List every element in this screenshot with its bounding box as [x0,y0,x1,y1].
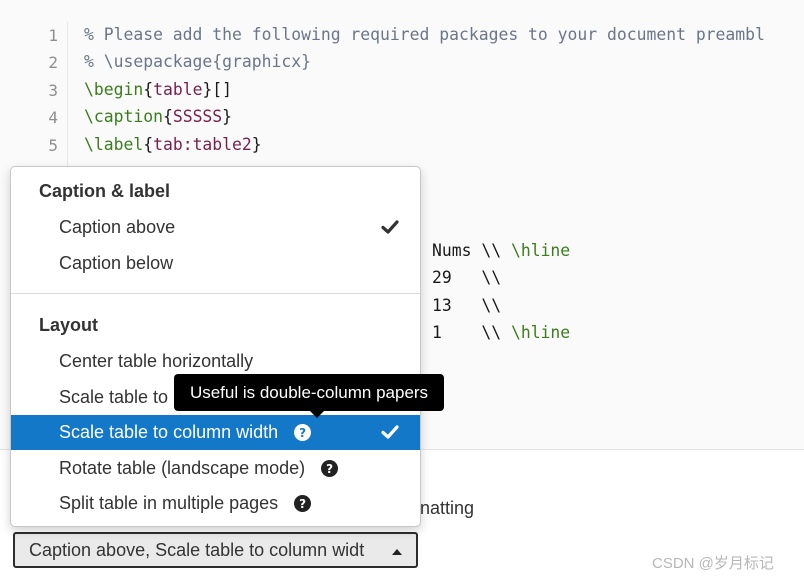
code-fragment: Nums \\ \hline [432,241,570,260]
help-circle-icon[interactable]: ? [321,460,339,477]
help-circle-icon[interactable]: ? [294,424,312,441]
tooltip-arrow [310,411,324,418]
code-token: } [222,107,233,127]
code-token: { [162,107,173,127]
caret-up-icon [392,549,402,555]
code-token: 29 \\ [432,268,502,288]
menu-section-caption-label: Caption & label [39,181,171,201]
menu-item-label: Split table in multiple pages [59,493,279,513]
code-token: table [153,79,203,99]
line-number: 4 [48,108,58,128]
line-number: 1 [48,26,58,45]
code-token: 1 \\ [432,323,511,343]
code-line[interactable]: \caption{SSSSS} [84,103,765,130]
menu-item-label: Caption above [59,217,176,237]
code-line[interactable]: % Please add the following required pack… [84,21,765,48]
menu-item-split-table[interactable]: Split table in multiple pages ? [11,486,420,521]
table-options-dropdown[interactable]: Caption above, Scale table to column wid… [13,532,418,568]
code-fragment: 1 \\ \hline [432,323,570,342]
menu-item-caption-above[interactable]: Caption above [11,210,420,245]
menu-item-label: Caption below [59,253,174,273]
formatting-label: natting [420,498,475,518]
code-token: SSSSS [172,107,223,127]
code-token: { [143,79,154,99]
code-token: Nums \\ [432,241,511,260]
code-line[interactable]: % \usepackage{graphicx} [84,48,765,75]
code-token: }[] [202,79,233,99]
menu-divider [11,293,420,294]
code-line[interactable]: \label{tab:table2} [84,131,765,158]
menu-item-rotate-table[interactable]: Rotate table (landscape mode) ? [11,451,420,486]
code-fragment: 29 \\ [432,268,501,287]
code-token: tab:table2 [153,134,252,154]
menu-item-caption-below[interactable]: Caption below [11,246,420,281]
checkmark-icon [381,220,399,234]
code-token: % Please add the following required pack… [84,25,765,44]
help-tooltip: Useful is double-column papers [174,374,444,411]
code-lines[interactable]: % Please add the following required pack… [84,21,765,158]
tooltip-text: Useful is double-column papers [189,382,429,402]
line-number: 5 [48,135,58,155]
help-circle-icon[interactable]: ? [294,495,312,512]
menu-item-label: Scale table to column width [59,422,279,442]
line-number: 2 [48,53,58,73]
line-number: 3 [48,80,58,100]
code-token: \hline [510,323,571,343]
code-token: { [143,134,154,154]
menu-item-label: Scale table to [59,387,169,407]
table-options-menu: Caption & label Caption above Caption be… [10,166,421,527]
code-line[interactable]: \begin{table}[] [84,76,765,103]
code-token: \label [84,134,144,154]
menu-item-scale-column-width[interactable]: Scale table to column width ? [11,415,420,450]
code-token: } [251,134,262,154]
code-token: \begin [84,79,144,99]
code-token: \caption [84,107,163,127]
dropdown-label: Caption above, Scale table to column wid… [29,539,365,560]
code-token: % \usepackage{graphicx} [84,52,311,72]
menu-section-layout: Layout [39,315,99,335]
code-token: \hline [510,241,571,260]
code-fragment: 13 \\ [432,296,501,315]
menu-item-label: Rotate table (landscape mode) [59,458,306,478]
menu-item-label: Center table horizontally [59,351,254,371]
checkmark-icon [381,425,399,439]
watermark: CSDN @岁月标记 [652,555,774,572]
code-token: 13 \\ [432,295,502,315]
